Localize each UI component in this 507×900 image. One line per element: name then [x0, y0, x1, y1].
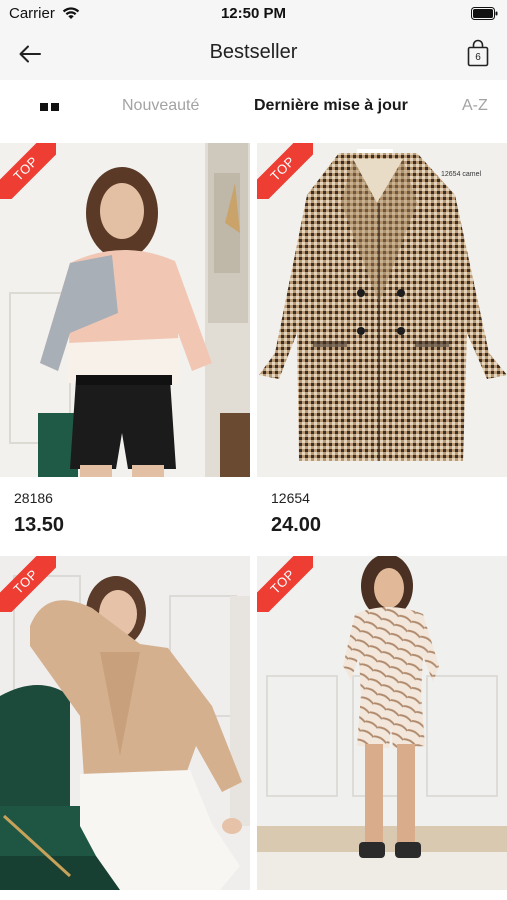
product-code: 12654 [271, 490, 310, 506]
page-title: Bestseller [209, 41, 298, 63]
tab-nouveaute[interactable]: Nouveauté [122, 97, 199, 115]
sort-tabs: Nouveauté Dernière mise à jour A-Z [0, 80, 507, 134]
top-badge: TOP [257, 556, 313, 612]
clock: 12:50 PM [220, 5, 287, 22]
product-price: 13.50 [14, 514, 65, 536]
tab-a-z[interactable]: A-Z [462, 97, 488, 115]
status-bar: Carrier 12:50 PM [0, 0, 507, 28]
grid-view-toggle[interactable] [40, 101, 60, 113]
grid-square-icon [40, 103, 48, 111]
product-code: 28186 [14, 490, 53, 506]
tab-derniere-mise-a-jour[interactable]: Dernière mise à jour [254, 97, 408, 115]
product-price: 24.00 [271, 514, 322, 536]
navigation-bar: Bestseller 6 [0, 28, 507, 80]
battery-icon [471, 7, 498, 20]
coat-tag-label: 12654 camel [441, 171, 482, 178]
top-badge: TOP [257, 143, 313, 199]
top-badge: TOP [0, 143, 56, 199]
cart-button[interactable]: 6 [462, 37, 494, 71]
top-badge: TOP [0, 556, 56, 612]
grid-square-icon [51, 103, 59, 111]
cart-count-badge: 6 [475, 52, 481, 63]
